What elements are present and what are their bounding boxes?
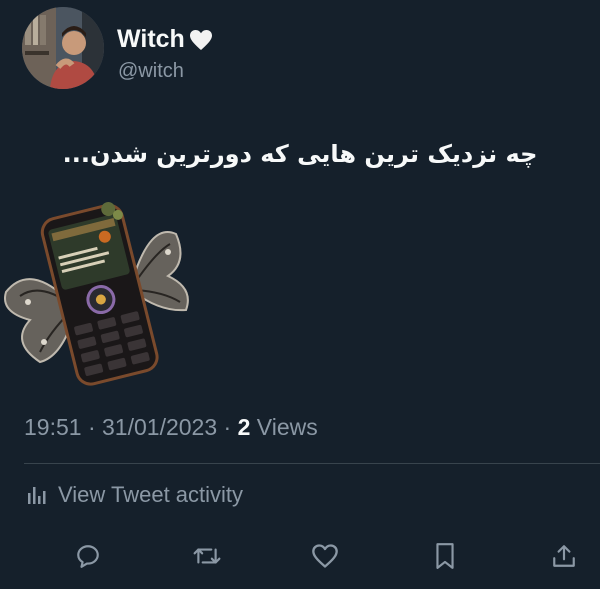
phone-icon [40, 202, 159, 386]
user-handle[interactable]: @witch [118, 60, 184, 83]
bookmark-button[interactable] [423, 534, 467, 578]
tweet-date[interactable]: 31/01/2023 [102, 414, 217, 440]
display-name-text: Witch [117, 25, 185, 53]
share-icon [551, 543, 577, 569]
reply-icon [75, 543, 101, 569]
heart-icon [311, 543, 339, 569]
tweet-time[interactable]: 19:51 [24, 414, 82, 440]
display-name[interactable]: Witch [117, 25, 213, 54]
retweet-icon [193, 543, 221, 569]
tweet-text: چه نزدیک ترین هایی که دورترین شدن... [62, 140, 538, 168]
bar-chart-icon [26, 484, 48, 506]
meta-separator: · [223, 414, 238, 440]
bookmark-icon [434, 542, 456, 570]
tweet-meta: 19:51 · 31/01/2023 · 2 Views [24, 414, 318, 441]
retweet-button[interactable] [185, 534, 229, 578]
white-heart-icon [189, 29, 213, 51]
view-tweet-activity-label: View Tweet activity [58, 482, 244, 507]
meta-separator: · [87, 414, 103, 440]
view-tweet-activity-link[interactable]: View Tweet activity [26, 482, 243, 508]
views-label: Views [256, 414, 318, 440]
divider [24, 463, 600, 464]
reply-button[interactable] [66, 534, 110, 578]
avatar[interactable] [22, 7, 104, 89]
tweet-action-bar [0, 534, 600, 578]
share-button[interactable] [542, 534, 586, 578]
phone-with-butterflies-sticker[interactable] [0, 192, 200, 387]
views-count: 2 [237, 414, 251, 440]
like-button[interactable] [303, 534, 347, 578]
